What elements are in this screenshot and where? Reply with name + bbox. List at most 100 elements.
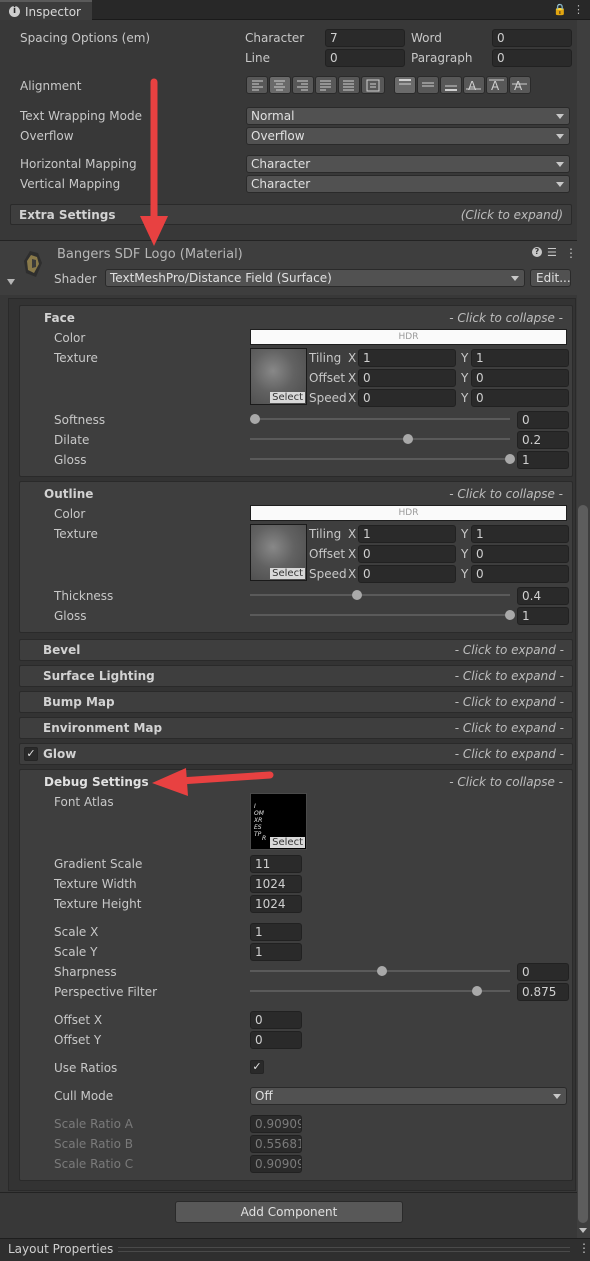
outline-gloss-slider-handle[interactable]: [505, 610, 515, 620]
bevel-section-header[interactable]: Bevel - Click to expand -: [19, 639, 573, 661]
thickness-slider-track[interactable]: [250, 594, 510, 596]
texture-height-field[interactable]: 1024: [250, 895, 302, 913]
vertical-mapping-dropdown[interactable]: Character: [246, 175, 570, 193]
line-spacing-field[interactable]: 0: [325, 49, 405, 67]
scrollbar-thumb[interactable]: [578, 505, 588, 1223]
surface-lighting-section-header[interactable]: Surface Lighting - Click to expand -: [19, 665, 573, 687]
perspective-filter-slider-handle[interactable]: [472, 986, 482, 996]
softness-slider-track[interactable]: [250, 418, 510, 420]
softness-slider-handle[interactable]: [250, 414, 260, 424]
paragraph-spacing-field[interactable]: 0: [492, 49, 572, 67]
font-atlas-select-button[interactable]: Select: [270, 837, 305, 848]
extra-settings-header[interactable]: Extra Settings (Click to expand): [10, 204, 572, 225]
face-texture-thumbnail[interactable]: Select: [250, 348, 307, 405]
more-menu-icon[interactable]: ⋮: [578, 1241, 590, 1255]
face-tiling-y-field[interactable]: 1: [471, 349, 569, 367]
outline-gloss-field[interactable]: 1: [517, 607, 569, 625]
thickness-slider-handle[interactable]: [352, 590, 362, 600]
outline-tiling-label: Tiling: [309, 527, 342, 541]
more-menu-icon[interactable]: ⋮: [573, 3, 584, 16]
outline-tiling-y-field[interactable]: 1: [471, 525, 569, 543]
outline-tiling-x-field[interactable]: 1: [358, 525, 456, 543]
chevron-down-icon: [553, 1094, 561, 1099]
paragraph-spacing-label: Paragraph: [411, 51, 473, 65]
glow-section-header[interactable]: ✓ Glow - Click to expand -: [19, 743, 573, 765]
add-component-button[interactable]: Add Component: [175, 1201, 403, 1223]
horizontal-mapping-dropdown[interactable]: Character: [246, 155, 570, 173]
scale-y-field[interactable]: 1: [250, 943, 302, 961]
wrap-mode-dropdown[interactable]: Normal: [246, 107, 570, 125]
face-gloss-field[interactable]: 1: [517, 451, 569, 469]
dilate-label: Dilate: [54, 433, 90, 447]
sharpness-slider-handle[interactable]: [377, 966, 387, 976]
settings-sliders-icon[interactable]: ☰: [547, 246, 557, 259]
face-speed-y-field[interactable]: 0: [471, 389, 569, 407]
glow-enable-checkbox[interactable]: ✓: [24, 747, 38, 761]
scroll-down-icon[interactable]: [579, 1228, 587, 1233]
font-atlas-thumbnail[interactable]: I OM XR ES TP R Select: [250, 793, 307, 850]
character-spacing-field[interactable]: 7: [325, 29, 405, 47]
face-title[interactable]: Face: [44, 311, 75, 325]
face-collapse-hint[interactable]: - Click to collapse -: [449, 311, 563, 325]
face-gloss-slider-track[interactable]: [250, 458, 510, 460]
thickness-field[interactable]: 0.4: [517, 587, 569, 605]
face-color-swatch[interactable]: HDR: [250, 329, 567, 345]
outline-offset-y-label: Y: [461, 547, 469, 561]
extra-settings-title: Extra Settings: [19, 208, 116, 222]
outline-texture-select-button[interactable]: Select: [270, 568, 305, 579]
inspector-tab[interactable]: i Inspector: [0, 0, 92, 20]
debug-settings-title[interactable]: Debug Settings: [44, 775, 149, 789]
overflow-dropdown[interactable]: Overflow: [246, 127, 570, 145]
perspective-filter-field[interactable]: 0.875: [517, 983, 569, 1001]
offset-y-field[interactable]: 0: [250, 1031, 302, 1049]
dilate-slider-handle[interactable]: [403, 434, 413, 444]
perspective-filter-slider-track[interactable]: [250, 990, 510, 992]
word-spacing-field[interactable]: 0: [492, 29, 572, 47]
face-tiling-y-label: Y: [461, 351, 469, 365]
shader-dropdown[interactable]: TextMeshPro/Distance Field (Surface): [105, 269, 525, 287]
outline-speed-y-field[interactable]: 0: [471, 565, 569, 583]
outline-offset-x-field[interactable]: 0: [358, 545, 456, 563]
environment-map-section-header[interactable]: Environment Map - Click to expand -: [19, 717, 573, 739]
offset-x-field[interactable]: 0: [250, 1011, 302, 1029]
foldout-arrow-icon[interactable]: [7, 279, 15, 285]
dilate-slider-track[interactable]: [250, 438, 510, 440]
debug-collapse-hint[interactable]: - Click to collapse -: [449, 775, 563, 789]
dilate-field[interactable]: 0.2: [517, 431, 569, 449]
spacing-options-label: Spacing Options (em): [20, 31, 151, 45]
outline-offset-x-label: X: [348, 547, 357, 561]
outline-offset-y-field[interactable]: 0: [471, 545, 569, 563]
face-speed-x-field[interactable]: 0: [358, 389, 456, 407]
vertical-mapping-label: Vertical Mapping: [20, 177, 121, 191]
svg-text:A: A: [468, 79, 477, 93]
outline-texture-label: Texture: [54, 527, 98, 541]
more-menu-icon[interactable]: ⋮: [565, 246, 577, 260]
face-offset-x-field[interactable]: 0: [358, 369, 456, 387]
face-texture-select-button[interactable]: Select: [270, 392, 305, 403]
outline-tiling-x-label: X: [348, 527, 357, 541]
scale-x-field[interactable]: 1: [250, 923, 302, 941]
overflow-label: Overflow: [20, 129, 74, 143]
face-gloss-slider-handle[interactable]: [505, 454, 515, 464]
face-offset-y-field[interactable]: 0: [471, 369, 569, 387]
help-icon[interactable]: ?: [532, 247, 542, 257]
lock-icon[interactable]: 🔒: [553, 3, 567, 16]
outline-texture-thumbnail[interactable]: Select: [250, 524, 307, 581]
cull-mode-dropdown[interactable]: Off: [250, 1087, 567, 1105]
face-speed-x-label: X: [348, 391, 357, 405]
texture-width-field[interactable]: 1024: [250, 875, 302, 893]
layout-properties-title[interactable]: Layout Properties: [8, 1242, 113, 1256]
outline-tiling-y-label: Y: [461, 527, 469, 541]
softness-field[interactable]: 0: [517, 411, 569, 429]
sharpness-field[interactable]: 0: [517, 963, 569, 981]
use-ratios-checkbox[interactable]: ✓: [250, 1060, 264, 1074]
shader-edit-button[interactable]: Edit...: [530, 269, 571, 287]
face-tiling-x-field[interactable]: 1: [358, 349, 456, 367]
outline-title[interactable]: Outline: [44, 487, 93, 501]
bump-map-section-header[interactable]: Bump Map - Click to expand -: [19, 691, 573, 713]
outline-collapse-hint[interactable]: - Click to collapse -: [449, 487, 563, 501]
outline-speed-x-field[interactable]: 0: [358, 565, 456, 583]
outline-gloss-slider-track[interactable]: [250, 614, 510, 616]
outline-color-swatch[interactable]: HDR: [250, 505, 567, 521]
gradient-scale-field[interactable]: 11: [250, 855, 302, 873]
